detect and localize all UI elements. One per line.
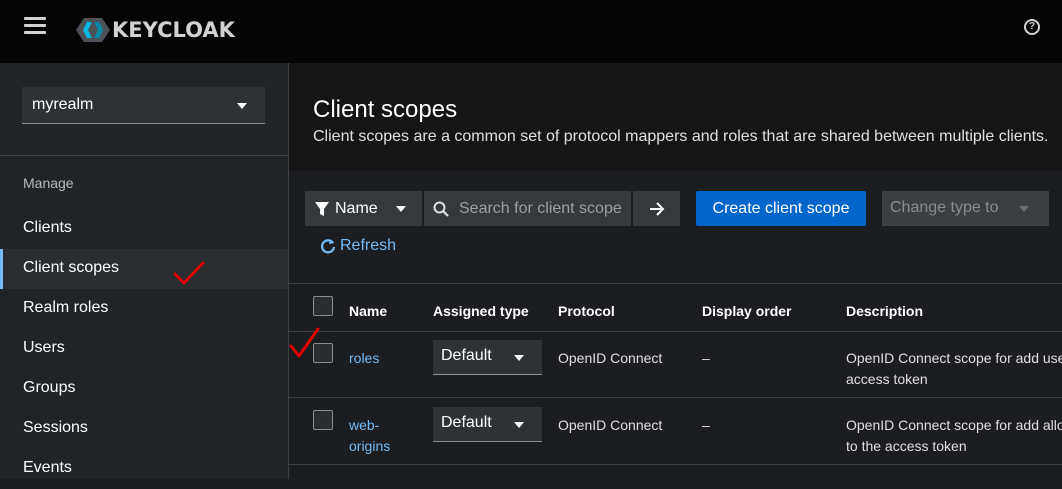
row-divider [289,331,1062,332]
assigned-type-value: Default [441,347,492,364]
assigned-type-select[interactable]: Default [433,340,542,375]
client-scope-link[interactable]: web- origins [349,415,390,457]
sidebar: myrealm Manage Clients Client scopes Rea… [0,63,289,479]
realm-name: myrealm [32,96,94,113]
display-order-cell: – [702,350,710,366]
filter-icon [315,201,329,216]
sidebar-divider [0,155,288,156]
refresh-button[interactable]: Refresh [320,237,396,255]
search-submit-button[interactable] [633,191,680,226]
sidebar-item-users[interactable]: Users [0,329,288,369]
arrow-right-icon [649,202,664,216]
search-icon [433,201,449,217]
display-order-cell: – [702,417,710,433]
description-cell: OpenID Connect scope for add allo to the… [846,415,1062,457]
description-line: OpenID Connect scope for add use [846,350,1062,366]
protocol-cell: OpenID Connect [558,417,663,433]
search-input[interactable]: Search for client scope [424,191,631,226]
sidebar-section-manage: Manage [23,175,74,191]
realm-selector[interactable]: myrealm [22,87,265,124]
search-placeholder: Search for client scope [459,199,622,217]
change-type-label: Change type to [890,199,999,216]
sidebar-item-sessions[interactable]: Sessions [0,409,288,449]
page-title: Client scopes [313,96,458,123]
row-divider [289,397,1062,398]
column-header-display-order[interactable]: Display order [702,303,791,319]
sidebar-item-realm-roles[interactable]: Realm roles [0,289,288,329]
filter-label: Name [335,199,378,217]
sidebar-item-groups[interactable]: Groups [0,369,288,409]
client-scope-name-line: web- [349,417,380,433]
help-icon[interactable]: ? [1024,19,1040,35]
filter-dropdown[interactable]: Name [305,191,422,226]
chevron-down-icon [514,422,524,428]
change-type-dropdown[interactable]: Change type to [882,191,1049,226]
sidebar-item-client-scopes[interactable]: Client scopes [0,249,288,289]
column-header-name[interactable]: Name [349,303,387,319]
select-all-checkbox[interactable] [313,296,333,316]
chevron-down-icon [396,206,406,212]
description-line: access token [846,371,928,387]
page-header: Client scopes Client scopes are a common… [289,63,1062,171]
assigned-type-value: Default [441,414,492,431]
menu-icon[interactable] [24,17,46,37]
table-toolbar: Name Search for client scope Create clie… [289,171,1062,284]
refresh-label: Refresh [340,237,397,254]
main-content: Client scopes Client scopes are a common… [289,63,1062,479]
protocol-cell: OpenID Connect [558,350,663,366]
refresh-icon [320,239,336,254]
column-header-protocol[interactable]: Protocol [558,303,615,319]
create-client-scope-button[interactable]: Create client scope [696,191,866,226]
description-line: to the access token [846,438,967,454]
row-divider [289,464,1062,465]
assigned-type-select[interactable]: Default [433,407,542,442]
logo-mark-icon [76,18,110,42]
column-header-description[interactable]: Description [846,303,923,319]
chevron-down-icon [514,355,524,361]
chevron-down-icon [237,103,247,109]
chevron-down-icon [1019,206,1029,212]
sidebar-item-clients[interactable]: Clients [0,209,288,249]
page-description: Client scopes are a common set of protoc… [313,128,1049,145]
description-cell: OpenID Connect scope for add use access … [846,348,1062,390]
logo-text: KEYCLOAK [112,18,235,42]
description-line: OpenID Connect scope for add allo [846,417,1062,433]
column-header-assigned-type[interactable]: Assigned type [433,303,529,319]
red-checkmark-icon [173,261,205,285]
row-checkbox[interactable] [313,410,333,430]
sidebar-item-events[interactable]: Events [0,449,288,489]
keycloak-logo[interactable]: KEYCLOAK [76,15,235,45]
client-scope-name-line: origins [349,438,391,454]
client-scope-link[interactable]: roles [349,350,379,366]
masthead: KEYCLOAK ? [0,0,1062,63]
red-checkmark-icon [289,327,320,358]
